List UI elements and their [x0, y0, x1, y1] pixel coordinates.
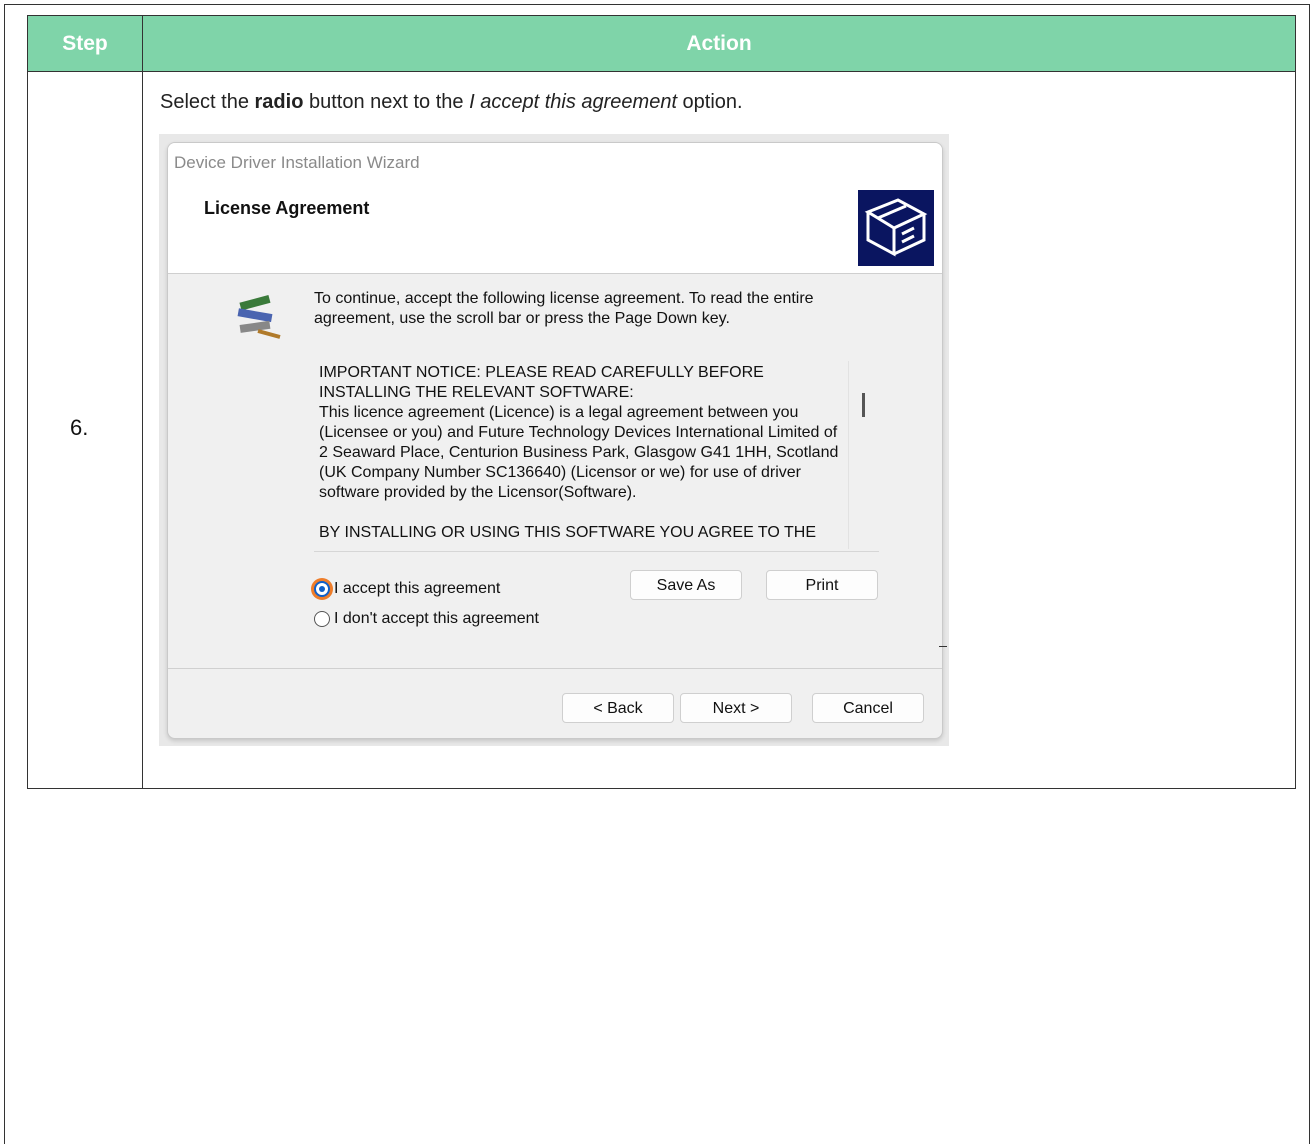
scrollbar-thumb[interactable]	[862, 393, 865, 417]
step-number: 6.	[70, 415, 89, 440]
instruction-bold: radio	[254, 91, 304, 113]
instruction-part: option.	[677, 91, 743, 113]
decline-radio-option[interactable]: I don't accept this agreement	[314, 610, 539, 628]
decline-radio[interactable]	[314, 610, 330, 627]
divider-tick	[939, 646, 947, 647]
accept-radio[interactable]	[314, 580, 330, 597]
license-textbox[interactable]: IMPORTANT NOTICE: PLEASE READ CAREFULLY …	[314, 355, 879, 552]
window-title: Device Driver Installation Wizard	[174, 153, 420, 172]
accept-radio-label: I accept this agreement	[334, 580, 501, 597]
instruction-italic: I accept this agreement	[469, 91, 677, 113]
procedure-table: Step Action 6. Select the radio button n…	[27, 15, 1296, 789]
footer-divider	[168, 668, 942, 669]
instruction-part: button next to the	[303, 91, 470, 113]
installer-tools-icon	[234, 291, 288, 341]
header-action: Action	[142, 15, 1296, 72]
table-row: 6. Select the radio button next to the I…	[27, 71, 1296, 789]
action-cell: Select the radio button next to the I ac…	[142, 71, 1296, 789]
page-title: License Agreement	[204, 198, 370, 218]
installer-box-icon	[858, 190, 934, 266]
back-button[interactable]: < Back	[562, 693, 674, 723]
license-scrollbar[interactable]	[848, 361, 879, 549]
save-as-button[interactable]: Save As	[630, 570, 742, 600]
wizard-window: Device Driver Installation Wizard Licens…	[167, 142, 943, 739]
instruction-part: Select the	[160, 91, 255, 113]
wizard-screenshot: Device Driver Installation Wizard Licens…	[159, 134, 949, 746]
step-cell: 6.	[27, 71, 143, 789]
decline-radio-label: I don't accept this agreement	[334, 610, 539, 627]
intro-text: To continue, accept the following licens…	[314, 290, 814, 327]
license-text: IMPORTANT NOTICE: PLEASE READ CAREFULLY …	[319, 364, 839, 541]
print-button[interactable]: Print	[766, 570, 878, 600]
cancel-button[interactable]: Cancel	[812, 693, 924, 723]
next-button[interactable]: Next >	[680, 693, 792, 723]
wizard-header: Device Driver Installation Wizard Licens…	[168, 143, 942, 274]
instruction-text: Select the radio button next to the I ac…	[160, 91, 743, 114]
accept-radio-option[interactable]: I accept this agreement	[314, 580, 500, 598]
header-step: Step	[27, 15, 143, 72]
